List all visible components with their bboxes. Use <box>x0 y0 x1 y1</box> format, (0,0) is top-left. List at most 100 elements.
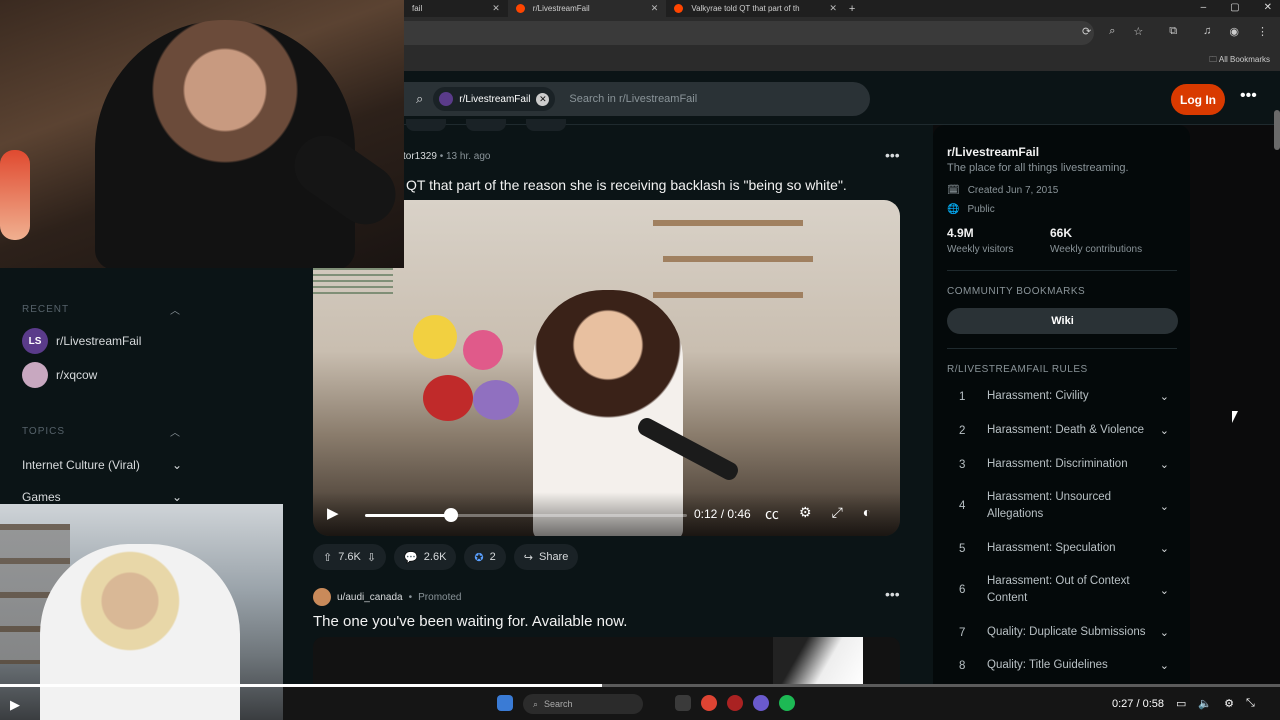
rule-number: 4 <box>959 500 966 512</box>
rule-item[interactable]: 2 Harassment: Death & Violence ⌄ <box>959 422 1169 439</box>
rule-text: Harassment: Speculation <box>987 542 1116 554</box>
post-options-icon[interactable]: ••• <box>885 147 900 163</box>
sidebar-item-xqcow[interactable]: r/xqcow <box>22 362 97 388</box>
video-plush <box>463 330 503 370</box>
rule-item[interactable]: 5 Harassment: Speculation ⌄ <box>959 540 1169 557</box>
video-scrubber-handle[interactable] <box>444 508 458 522</box>
close-icon[interactable]: ✕ <box>651 3 659 14</box>
previous-post-actions <box>406 119 576 131</box>
clear-chip-icon[interactable]: ✕ <box>536 92 550 106</box>
globe-icon: 🌐 <box>947 204 960 215</box>
post-title[interactable]: QT that part of the reason she is receiv… <box>406 177 847 193</box>
advertiser-avatar <box>313 588 331 606</box>
community-search-chip[interactable]: r/LivestreamFail ✕ <box>433 87 556 111</box>
upvote-icon[interactable]: ⇧ <box>323 551 332 564</box>
streamer-webcam <box>0 0 404 268</box>
volume-icon[interactable]: 🔈 <box>1198 697 1212 710</box>
spotify-icon[interactable] <box>779 695 795 711</box>
webcam-reactor <box>40 544 240 720</box>
reactor-webcam <box>0 504 283 720</box>
chevron-up-icon[interactable]: ︿ <box>170 424 180 439</box>
video-control-icons: ㏄ ⚙ ⤢ ◐ <box>765 504 871 524</box>
post-author[interactable]: tor1329 <box>403 151 437 162</box>
share-icon: ↪ <box>523 551 533 564</box>
rule-item[interactable]: 8 Quality: Title Guidelines ⌄ <box>959 657 1169 674</box>
rule-text: Harassment: Civility <box>987 390 1089 402</box>
discord-icon[interactable] <box>753 695 769 711</box>
promoted-title[interactable]: The one you've been waiting for. Availab… <box>313 613 627 630</box>
chevron-up-icon[interactable]: ︿ <box>170 302 180 317</box>
comments-button[interactable]: 💬 2.6K <box>394 544 457 570</box>
tab-valkyrae[interactable]: Valkyrae told QT that part of th ✕ <box>666 0 845 17</box>
topics-heading: TOPICS <box>22 426 66 437</box>
award-icon: ✪ <box>474 551 484 564</box>
rule-item[interactable]: 3 Harassment: Discrimination ⌄ <box>959 456 1169 473</box>
subtitles-icon[interactable]: ▭ <box>1176 697 1186 710</box>
downvote-icon[interactable]: ⇩ <box>367 551 376 564</box>
start-button[interactable] <box>497 695 513 711</box>
rule-item[interactable]: 6 Harassment: Out of Context Content ⌄ <box>959 573 1169 607</box>
search-icon: ⌕ <box>416 91 424 106</box>
rule-item[interactable]: 7 Quality: Duplicate Submissions ⌄ <box>959 624 1169 641</box>
search-bar[interactable]: ⌕ r/LivestreamFail ✕ Search in r/Livestr… <box>404 82 870 116</box>
more-options-icon[interactable]: ••• <box>1240 87 1257 105</box>
topic-label: Internet Culture (Viral) <box>22 458 140 472</box>
close-icon[interactable]: ✕ <box>492 3 500 14</box>
topic-games[interactable]: Games ⌄ <box>22 490 182 504</box>
promoted-tag: Promoted <box>418 591 462 603</box>
translate-icon[interactable]: ⟳ <box>1082 25 1091 38</box>
close-icon[interactable]: ✕ <box>829 3 837 14</box>
login-button[interactable]: Log In <box>1171 84 1225 115</box>
volume-icon[interactable]: ◐ <box>863 504 871 524</box>
player-progress-fill <box>0 684 602 687</box>
topic-internet-culture[interactable]: Internet Culture (Viral) ⌄ <box>22 458 182 472</box>
video-progress-track[interactable] <box>451 514 687 517</box>
rule-text: Harassment: Out of Context Content <box>987 575 1130 604</box>
extensions-icon[interactable]: ⧉ <box>1169 25 1177 38</box>
share-button[interactable]: ↪ Share <box>513 544 579 570</box>
media-icon[interactable]: ♫ <box>1203 25 1211 38</box>
sidebar-item-livestreamfail[interactable]: LS r/LivestreamFail <box>22 328 141 354</box>
divider <box>947 348 1177 349</box>
rule-item[interactable]: 4 Harassment: Unsourced Allegations ⌄ <box>959 489 1169 523</box>
taskbar-search[interactable]: ⌕ Search <box>523 694 643 714</box>
fullscreen-icon[interactable]: ⤢ <box>832 504 843 524</box>
search-input[interactable]: Search in r/LivestreamFail <box>569 93 697 105</box>
chevron-down-icon: ⌄ <box>1159 500 1169 513</box>
player-play-icon[interactable]: ▶ <box>10 697 20 713</box>
video-controls: ▶ 0:12 / 0:46 ㏄ ⚙ ⤢ ◐ <box>313 492 900 536</box>
settings-gear-icon[interactable]: ⚙ <box>799 504 812 524</box>
tab-livestreamfail[interactable]: r/LivestreamFail ✕ <box>507 0 667 17</box>
profile-icon[interactable]: ◉ <box>1229 25 1239 38</box>
promoted-image[interactable] <box>313 637 900 684</box>
bookmarks-heading: COMMUNITY BOOKMARKS <box>947 286 1086 297</box>
play-icon[interactable]: ▶ <box>327 504 339 522</box>
settings-gear-icon[interactable]: ⚙ <box>1224 697 1234 710</box>
zoom-icon[interactable]: ⌕ <box>1109 25 1115 38</box>
new-tab-button[interactable]: + <box>849 3 855 15</box>
video-chat-overlay <box>313 268 393 298</box>
browser-menu-icon[interactable]: ⋮ <box>1257 25 1268 38</box>
video-progress-played[interactable] <box>365 514 451 517</box>
star-icon[interactable]: ☆ <box>1133 25 1143 38</box>
captions-icon[interactable]: ㏄ <box>765 504 779 524</box>
close-window-icon[interactable]: ✕ <box>1264 2 1272 13</box>
video-plush <box>473 380 519 420</box>
app-icon[interactable] <box>727 695 743 711</box>
rule-item[interactable]: 1 Harassment: Civility ⌄ <box>959 388 1169 405</box>
chrome-icon[interactable] <box>701 695 717 711</box>
fullscreen-icon[interactable]: ⤡ <box>1246 697 1255 710</box>
rule-number: 8 <box>959 659 966 672</box>
page-scrollbar[interactable] <box>1274 110 1280 150</box>
wiki-button[interactable]: Wiki <box>947 308 1178 334</box>
all-bookmarks-button[interactable]: 🗀 All Bookmarks <box>1209 54 1270 68</box>
app-icon[interactable] <box>675 695 691 711</box>
advertiser-name[interactable]: u/audi_canada <box>337 592 403 603</box>
minimize-icon[interactable]: – <box>1201 2 1207 13</box>
maximize-icon[interactable]: ▢ <box>1230 2 1239 13</box>
community-avatar <box>439 92 454 106</box>
tab-previous[interactable]: fail ✕ <box>404 0 508 17</box>
address-bar[interactable] <box>404 21 1094 45</box>
award-button[interactable]: ✪ 2 <box>464 544 506 570</box>
promo-options-icon[interactable]: ••• <box>885 586 900 602</box>
